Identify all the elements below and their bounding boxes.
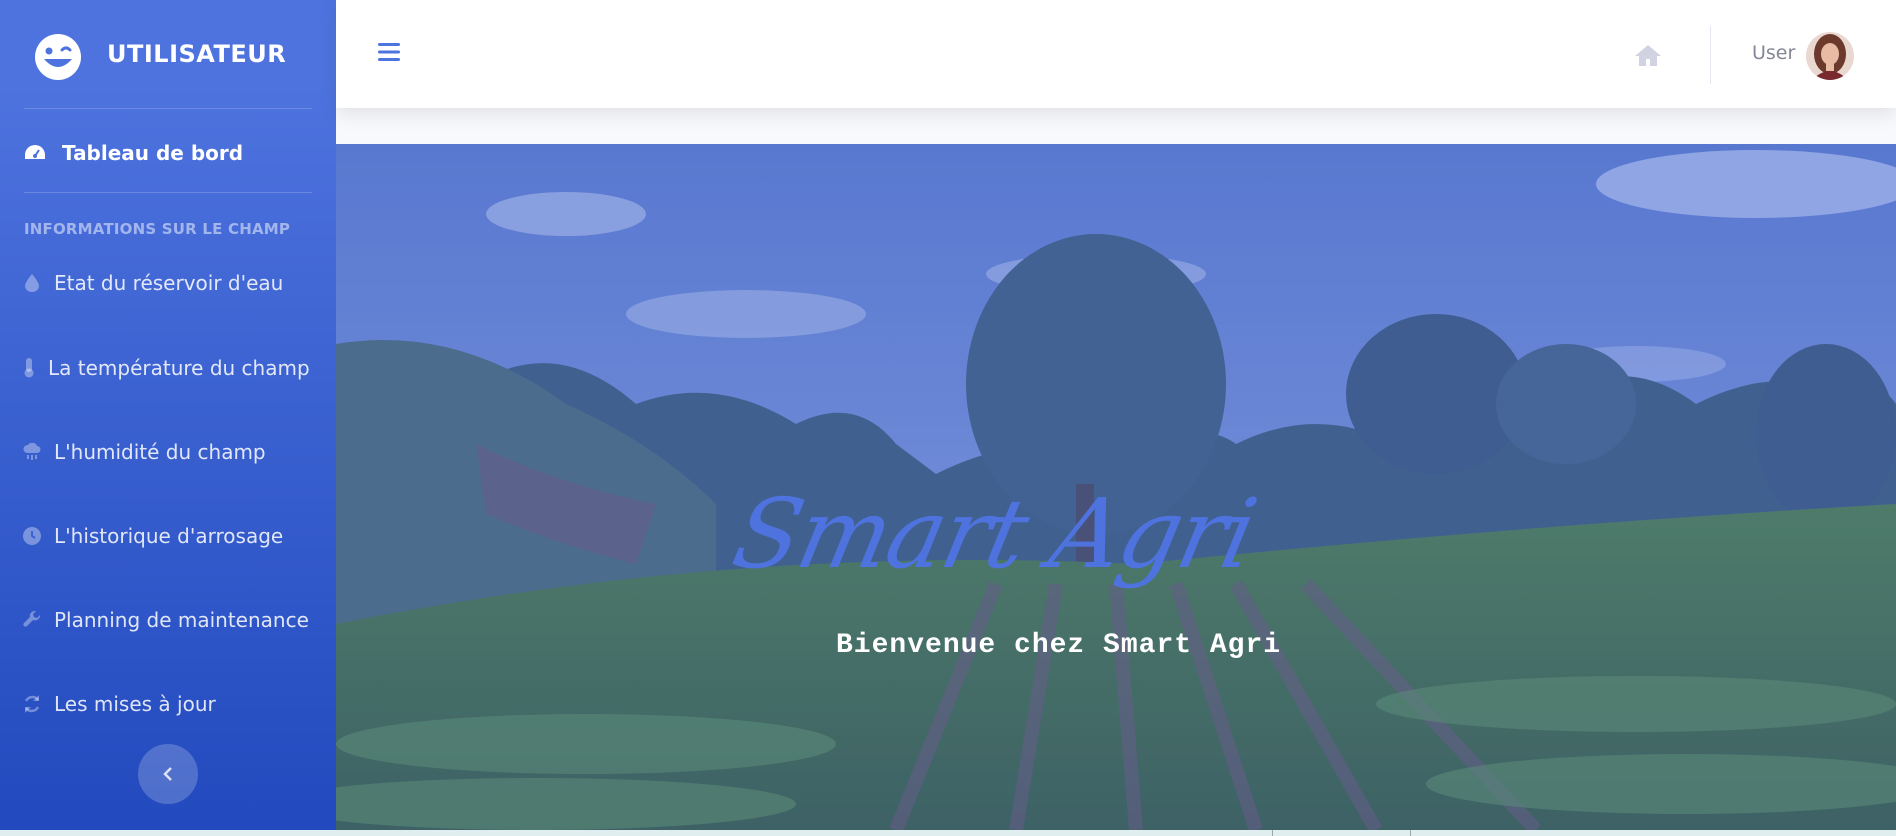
nav-item-label: L'humidité du champ bbox=[54, 440, 266, 464]
water-drop-icon bbox=[22, 273, 42, 293]
sidebar-brand[interactable]: UTILISATEUR bbox=[0, 0, 336, 108]
nav-item-temperature[interactable]: La température du champ bbox=[22, 353, 310, 383]
nav-item-water-tank[interactable]: Etat du réservoir d'eau bbox=[22, 268, 283, 298]
nav-item-updates[interactable]: Les mises à jour bbox=[22, 689, 216, 719]
strip-tick bbox=[1410, 830, 1411, 836]
nav-item-label: Etat du réservoir d'eau bbox=[54, 271, 284, 295]
hero-banner: Smart Agri Bienvenue chez Smart Agri bbox=[336, 144, 1896, 830]
thermometer-icon bbox=[22, 358, 36, 378]
clock-icon bbox=[22, 526, 42, 546]
bottom-strip bbox=[0, 830, 1896, 836]
user-name[interactable]: User bbox=[1752, 42, 1795, 64]
sidebar-divider bbox=[24, 108, 312, 109]
hamburger-menu-icon[interactable] bbox=[378, 43, 400, 61]
avatar[interactable] bbox=[1806, 32, 1854, 80]
chevron-left-icon bbox=[163, 767, 172, 781]
sidebar-section-heading: INFORMATIONS SUR LE CHAMP bbox=[24, 220, 291, 238]
nav-item-maintenance[interactable]: Planning de maintenance bbox=[22, 605, 309, 635]
cloud-rain-icon bbox=[22, 442, 42, 462]
brand-title: UTILISATEUR bbox=[107, 40, 287, 68]
topbar: User bbox=[336, 0, 1896, 108]
nav-dashboard-label: Tableau de bord bbox=[62, 141, 244, 165]
hero-title: Smart Agri bbox=[724, 478, 1265, 590]
sidebar-divider bbox=[24, 192, 312, 193]
nav-item-watering-history[interactable]: L'historique d'arrosage bbox=[22, 521, 283, 551]
sidebar: UTILISATEUR Tableau de bord INFORMATIONS… bbox=[0, 0, 336, 830]
home-icon[interactable] bbox=[1634, 43, 1662, 67]
topbar-divider bbox=[1710, 26, 1711, 84]
sidebar-toggle-button[interactable] bbox=[138, 744, 198, 804]
nav-item-label: Les mises à jour bbox=[54, 692, 216, 716]
hero-subtitle: Bienvenue chez Smart Agri bbox=[836, 630, 1282, 661]
sync-icon bbox=[22, 694, 42, 714]
nav-item-label: La température du champ bbox=[48, 356, 310, 380]
nav-item-label: Planning de maintenance bbox=[54, 608, 309, 632]
nav-item-label: L'historique d'arrosage bbox=[54, 524, 284, 548]
laugh-wink-icon bbox=[35, 34, 81, 80]
nav-dashboard[interactable]: Tableau de bord bbox=[24, 138, 243, 168]
tachometer-icon bbox=[25, 145, 45, 159]
nav-item-humidity[interactable]: L'humidité du champ bbox=[22, 437, 266, 467]
wrench-icon bbox=[22, 610, 42, 630]
strip-tick bbox=[1272, 830, 1273, 836]
